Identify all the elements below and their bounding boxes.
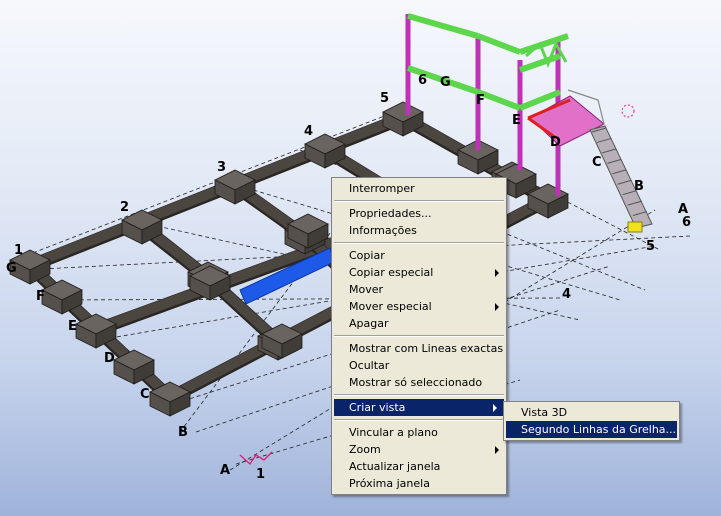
grid-label: 2: [120, 200, 129, 215]
menu-item-label: Mostrar só seleccionado: [349, 376, 483, 389]
grid-label: 1: [14, 243, 23, 258]
menu-item-informacoes[interactable]: Informações: [332, 222, 506, 239]
submenu-arrow-icon: [495, 303, 499, 311]
submenu-item-segundo-linhas-da-grelha[interactable]: Segundo Linhas da Grelha...: [506, 421, 677, 438]
menu-item-copiar[interactable]: Copiar: [332, 247, 506, 264]
menu-item-label: Próxima janela: [349, 477, 430, 490]
menu-item-label: Mostrar com Lineas exactas: [349, 342, 504, 355]
grid-label: 1: [256, 467, 265, 482]
menu-separator: [334, 200, 504, 202]
grid-label: F: [476, 93, 485, 108]
grid-label: F: [36, 289, 45, 304]
menu-item-label: Mover: [349, 283, 384, 296]
grid-label: 6: [418, 73, 427, 88]
menu-separator: [334, 394, 504, 396]
work-point-marker: [621, 104, 635, 118]
menu-item-label: Copiar especial: [349, 266, 434, 279]
menu-item-label: Zoom: [349, 443, 381, 456]
menu-item-mostrar-so-seleccionado[interactable]: Mostrar só seleccionado: [332, 374, 506, 391]
steel-rafter: [519, 53, 561, 73]
menu-item-vincular-a-plano[interactable]: Vincular a plano: [332, 424, 506, 441]
steel-rafter: [476, 33, 522, 55]
menu-item-label: Criar vista: [349, 401, 406, 414]
grid-label: B: [634, 179, 644, 194]
grid-label: 4: [562, 287, 571, 302]
menu-item-zoom[interactable]: Zoom: [332, 441, 506, 458]
submenu-arrow-icon: [495, 446, 499, 454]
menu-item-label: Actualizar janela: [349, 460, 441, 473]
grid-label: E: [68, 319, 77, 334]
menu-item-label: Informações: [349, 224, 417, 237]
platform-grating: [529, 95, 605, 147]
menu-item-propriedades[interactable]: Propriedades...: [332, 205, 506, 222]
grid-label: G: [6, 261, 17, 276]
submenu-item-vista-3d[interactable]: Vista 3D: [504, 404, 679, 421]
menu-item-actualizar-janela[interactable]: Actualizar janela: [332, 458, 506, 475]
create-view-submenu: Vista 3D Segundo Linhas da Grelha...: [503, 401, 680, 441]
menu-item-label: Vista 3D: [521, 406, 568, 419]
grid-label: C: [592, 155, 602, 170]
menu-item-copiar-especial[interactable]: Copiar especial: [332, 264, 506, 281]
menu-item-ocultar[interactable]: Ocultar: [332, 357, 506, 374]
grid-label: C: [140, 387, 150, 402]
menu-separator: [334, 419, 504, 421]
menu-item-label: Vincular a plano: [349, 426, 438, 439]
menu-separator: [334, 242, 504, 244]
menu-item-label: Copiar: [349, 249, 385, 262]
grid-label: 6: [682, 215, 691, 230]
grid-label: G: [440, 75, 451, 90]
context-menu: Interromper Propriedades... Informações Cop…: [331, 177, 507, 495]
stair-base-plate: [627, 221, 643, 233]
menu-item-label: Apagar: [349, 317, 389, 330]
grid-label: D: [550, 135, 561, 150]
menu-item-mostrar-com-lineas-exactas[interactable]: Mostrar com Lineas exactas: [332, 340, 506, 357]
grid-label: D: [104, 351, 115, 366]
submenu-arrow-icon: [493, 404, 497, 412]
menu-item-label: Mover especial: [349, 300, 432, 313]
grid-label: 5: [380, 91, 389, 106]
grid-label: E: [512, 113, 521, 128]
menu-item-mover-especial[interactable]: Mover especial: [332, 298, 506, 315]
grid-label: 5: [646, 239, 655, 254]
menu-item-label: Ocultar: [349, 359, 390, 372]
menu-item-label: Interromper: [349, 182, 415, 195]
submenu-arrow-icon: [495, 269, 499, 277]
steel-rafter: [407, 13, 479, 39]
menu-item-interromper[interactable]: Interromper: [332, 180, 506, 197]
menu-item-label: Propriedades...: [349, 207, 432, 220]
menu-separator: [334, 335, 504, 337]
menu-item-apagar[interactable]: Apagar: [332, 315, 506, 332]
menu-item-proxima-janela[interactable]: Próxima janela: [332, 475, 506, 492]
menu-item-label: Segundo Linhas da Grelha...: [521, 423, 677, 436]
grid-label: A: [220, 463, 230, 478]
grid-label: 3: [217, 160, 226, 175]
grid-label: 4: [304, 124, 313, 139]
grid-label: B: [178, 425, 188, 440]
menu-item-criar-vista[interactable]: Criar vista: [334, 399, 504, 416]
menu-item-mover[interactable]: Mover: [332, 281, 506, 298]
